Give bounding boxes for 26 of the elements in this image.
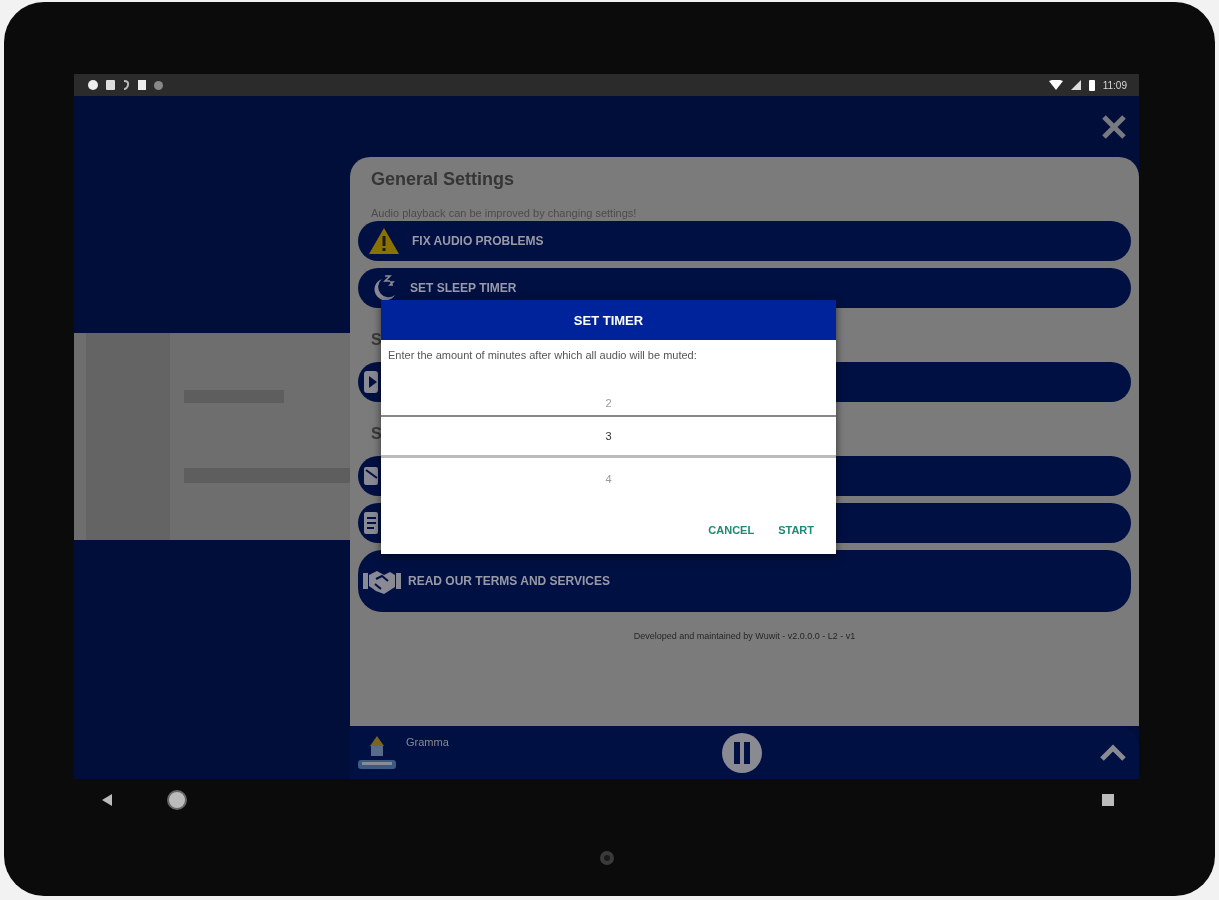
dialog-button[interactable]: CANCEL — [706, 522, 757, 538]
home-icon[interactable] — [166, 788, 188, 811]
dialog-button[interactable]: START — [776, 522, 816, 538]
wifi-icon — [1048, 80, 1063, 90]
close-icon[interactable] — [1101, 113, 1127, 140]
chevron-up-icon[interactable] — [1099, 743, 1127, 762]
warning-icon — [368, 227, 400, 255]
dialog-title: SET TIMER — [381, 300, 836, 340]
footer-text: Developed and maintained by Wuwit - v2.0.0.0 - L2 - v1 — [632, 631, 857, 641]
settings-button[interactable]: READ OUR TERMS AND SERVICES — [358, 550, 1131, 612]
signal-icon — [1070, 80, 1081, 90]
dialog-message: Enter the amount of minutes after which all audio will be muted: — [387, 348, 698, 361]
camera-icon — [598, 850, 615, 866]
picker-value[interactable]: 3 — [381, 415, 836, 458]
recents-icon[interactable] — [1101, 792, 1115, 807]
section-header: S — [371, 425, 382, 443]
document-icon — [364, 512, 378, 534]
track-title: Gramma — [406, 736, 449, 748]
pause-icon[interactable] — [720, 731, 763, 774]
clock: 11:09 — [1102, 79, 1127, 91]
settings-button[interactable]: FIX AUDIO PROBLEMS — [358, 221, 1131, 261]
section-header: S — [371, 331, 382, 349]
panel-title: General Settings — [371, 169, 516, 190]
battery-icon — [1088, 79, 1095, 91]
back-icon[interactable] — [100, 792, 114, 807]
play-icon — [364, 371, 378, 393]
